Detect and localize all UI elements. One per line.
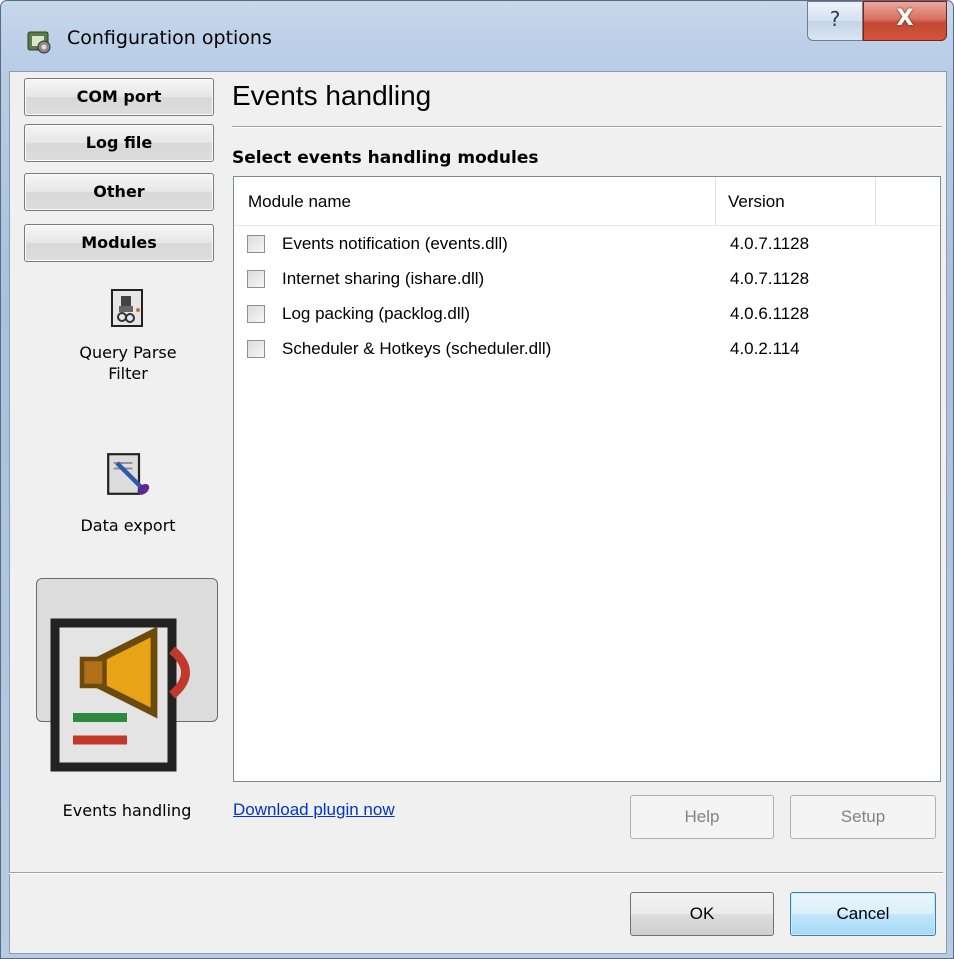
sidebar-item-label: Query Parse Filter: [79, 343, 177, 383]
heading-divider: [232, 126, 942, 128]
window-title: Configuration options: [67, 27, 272, 49]
module-checkbox[interactable]: [247, 340, 265, 358]
app-icon: [27, 31, 51, 54]
title-bar[interactable]: Configuration options ? X: [1, 1, 953, 71]
sidebar-item-events-handling[interactable]: Events handling: [36, 578, 218, 820]
list-item[interactable]: Events notification (events.dll) 4.0.7.1…: [234, 227, 940, 263]
page-title: Events handling: [232, 80, 432, 111]
nav-modules-button[interactable]: Modules: [24, 224, 214, 262]
help-button[interactable]: Help: [630, 795, 774, 839]
nav-other-button[interactable]: Other: [24, 173, 214, 211]
module-checkbox[interactable]: [247, 270, 265, 288]
module-version: 4.0.7.1128: [730, 269, 810, 288]
list-header: Module name Version: [234, 177, 940, 225]
cancel-button[interactable]: Cancel: [790, 892, 936, 936]
sidebar-item-label: Data export: [80, 516, 176, 535]
module-checkbox[interactable]: [247, 235, 265, 253]
sidebar-item-query-parse-filter[interactable]: Query Parse Filter: [36, 288, 220, 384]
list-item[interactable]: Log packing (packlog.dll) 4.0.6.1128: [234, 297, 940, 333]
download-plugin-link[interactable]: Download plugin now: [233, 800, 395, 820]
sidebar-item-label: Events handling: [62, 801, 192, 820]
close-icon: X: [896, 6, 914, 31]
module-version: 4.0.2.114: [730, 339, 800, 358]
nav-com-port-button[interactable]: COM port: [24, 78, 214, 116]
module-checkbox[interactable]: [247, 305, 265, 323]
column-header-version[interactable]: Version: [716, 177, 876, 225]
module-name: Scheduler & Hotkeys (scheduler.dll): [282, 339, 552, 358]
query-parse-filter-icon: [111, 289, 143, 327]
question-mark-icon: ?: [829, 7, 841, 31]
setup-button[interactable]: Setup: [790, 795, 936, 839]
modules-list-view[interactable]: Module name Version Events notification …: [233, 176, 941, 782]
events-handling-icon: [50, 618, 190, 772]
close-button[interactable]: X: [863, 1, 947, 41]
module-version: 4.0.6.1128: [730, 304, 810, 323]
data-export-icon: [107, 453, 150, 495]
module-name: Events notification (events.dll): [282, 234, 508, 253]
list-item[interactable]: Scheduler & Hotkeys (scheduler.dll) 4.0.…: [234, 332, 940, 368]
nav-log-file-button[interactable]: Log file: [24, 124, 214, 162]
ok-button[interactable]: OK: [630, 892, 774, 936]
list-header-divider: [234, 225, 940, 226]
column-header-blank[interactable]: [876, 177, 940, 225]
column-header-module-name[interactable]: Module name: [234, 177, 716, 225]
footer-divider: [9, 872, 943, 874]
help-caption-button[interactable]: ?: [807, 1, 863, 41]
list-item[interactable]: Internet sharing (ishare.dll) 4.0.7.1128: [234, 262, 940, 298]
sidebar-item-data-export[interactable]: Data export: [36, 452, 220, 535]
module-name: Internet sharing (ishare.dll): [282, 269, 485, 288]
section-subtitle: Select events handling modules: [232, 148, 539, 168]
module-name: Log packing (packlog.dll): [282, 304, 471, 323]
module-version: 4.0.7.1128: [730, 234, 810, 253]
